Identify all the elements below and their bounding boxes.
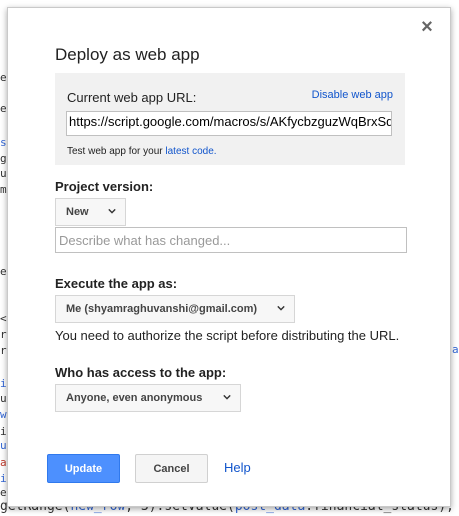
cancel-button[interactable]: Cancel (135, 454, 208, 483)
execute-as-label: Execute the app as: (55, 276, 178, 291)
dialog-title: Deploy as web app (55, 45, 200, 64)
code-editor-right-glyph: a (452, 343, 459, 356)
authorize-note: You need to authorize the script before … (55, 328, 400, 343)
version-description-input[interactable] (55, 227, 407, 253)
access-select[interactable]: Anyone, even anonymous (55, 384, 241, 412)
update-button[interactable]: Update (47, 454, 120, 483)
latest-code-link[interactable]: latest code. (165, 146, 216, 157)
disable-web-app-link[interactable]: Disable web app (312, 89, 393, 101)
test-web-app-line: Test web app for your latest code. (67, 146, 217, 157)
execute-as-select[interactable]: Me (shyamraghuvanshi@gmail.com) (55, 295, 295, 323)
chevron-down-icon (223, 394, 231, 400)
chevron-down-icon (277, 305, 285, 311)
project-version-select[interactable]: New (55, 198, 126, 226)
close-icon[interactable]: × (418, 17, 436, 37)
current-url-panel: Current web app URL: Disable web app htt… (55, 73, 405, 165)
current-url-field[interactable]: https://script.google.com/macros/s/AKfyc… (66, 111, 392, 136)
access-value: Anyone, even anonymous (66, 392, 203, 404)
chevron-down-icon (108, 208, 116, 214)
deploy-web-app-dialog: × Deploy as web app Current web app URL:… (7, 7, 451, 507)
current-url-label: Current web app URL: (67, 90, 197, 105)
execute-as-value: Me (shyamraghuvanshi@gmail.com) (66, 303, 258, 315)
access-label: Who has access to the app: (55, 365, 227, 380)
help-link[interactable]: Help (224, 460, 251, 475)
project-version-value: New (66, 206, 89, 218)
project-version-label: Project version: (55, 179, 154, 194)
